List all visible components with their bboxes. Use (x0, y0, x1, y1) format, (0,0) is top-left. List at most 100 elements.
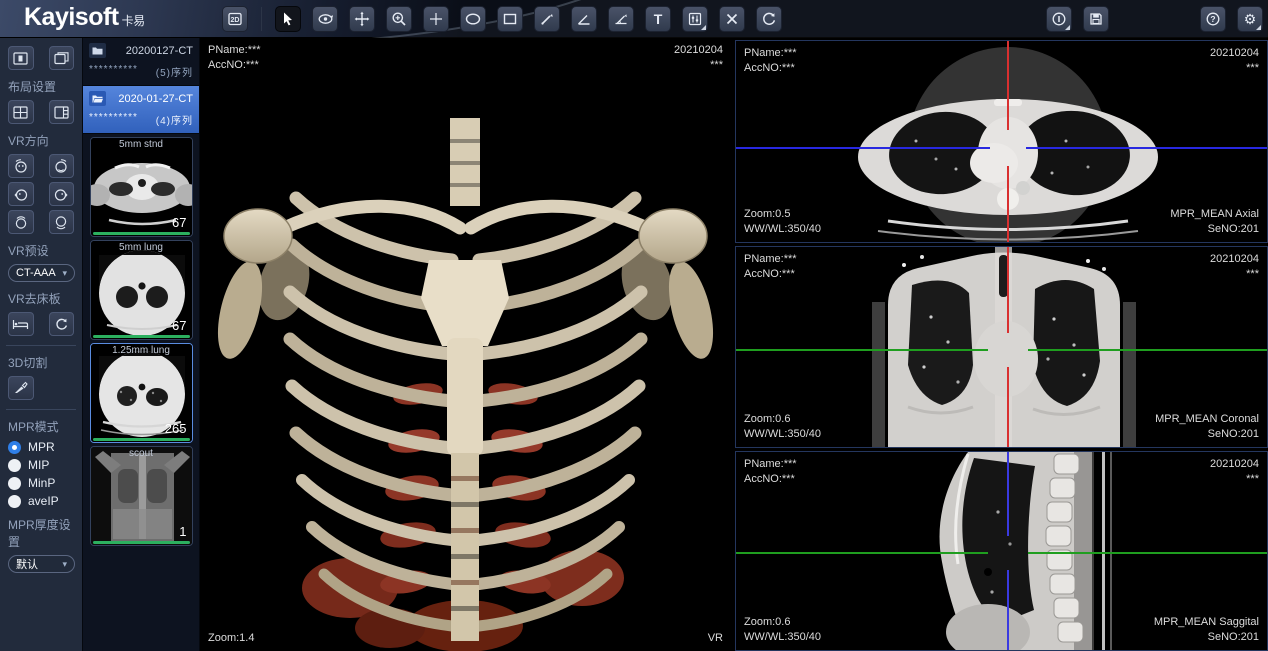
scalpel-button[interactable] (8, 376, 34, 400)
mpr-series-overlay: MPR_MEAN Axial SeNO:201 (1170, 207, 1259, 237)
rotate-3d-tool-button[interactable] (312, 6, 338, 32)
study-series-count: (5)序列 (156, 64, 193, 79)
app-window: Kayisoft卡易 2D (0, 0, 1268, 651)
axial-vline-top[interactable] (1007, 41, 1009, 130)
svg-text:?: ? (1210, 14, 1215, 24)
head-left-icon (13, 187, 29, 202)
mpr-series-overlay: MPR_MEAN Coronal SeNO:201 (1155, 412, 1259, 442)
series-number: SeNO:201 (1170, 222, 1259, 237)
mpr-mode-option-mip[interactable]: MIP (8, 458, 74, 472)
mpr-mode-option-mpr[interactable]: MPR (8, 440, 74, 454)
sagittal-vline-bottom[interactable] (1007, 570, 1009, 650)
study-item[interactable]: 20200127-CT ********** (5)序列 (83, 38, 199, 86)
line-measure-tool-button[interactable] (534, 6, 560, 32)
mpr-mode-option-aveip[interactable]: aveIP (8, 494, 74, 508)
mpr-axial-viewport[interactable]: PName:*** AccNO:*** 20210204 *** Zoom:0.… (735, 40, 1268, 243)
axial-hline-left[interactable] (736, 147, 990, 149)
layout-1x1-button[interactable] (8, 46, 34, 70)
2d-view-button[interactable]: 2D (222, 6, 248, 32)
view-type-label: VR (708, 631, 723, 646)
pan-tool-button[interactable] (349, 6, 375, 32)
coronal-vline-bottom[interactable] (1007, 367, 1009, 447)
vr-dir-inferior-button[interactable] (49, 210, 75, 234)
thumbnail-progress-bar (93, 232, 190, 235)
series-thumbnail-5mm-stnd[interactable]: 5mm stnd 67 (90, 137, 193, 237)
locate-tool-button[interactable] (423, 6, 449, 32)
coronal-hline-right[interactable] (1028, 349, 1267, 351)
zoom-factor: Zoom:0.6 (744, 412, 821, 427)
settings-button[interactable]: ⚙ (1237, 6, 1263, 32)
coronal-vline-top[interactable] (1007, 247, 1009, 333)
vr-dir-anterior-button[interactable] (8, 154, 34, 178)
study-date: 20210204 (1210, 252, 1259, 267)
text-tool-button[interactable]: T (645, 6, 671, 32)
radio-icon (8, 477, 21, 490)
mpr-mode-option-minp[interactable]: MinP (8, 476, 74, 490)
accession-number: AccNO:*** (744, 61, 797, 76)
layout-2x2-button[interactable] (8, 100, 34, 124)
vr-bed-label: VR去床板 (8, 290, 74, 307)
mpr-coronal-viewport[interactable]: PName:*** AccNO:*** 20210204 *** Zoom:0.… (735, 246, 1268, 448)
axial-hline-right[interactable] (1026, 147, 1267, 149)
accession-number: AccNO:*** (744, 267, 797, 282)
head-top-icon (13, 215, 29, 230)
coronal-hline-left[interactable] (736, 349, 988, 351)
info-button[interactable] (1046, 6, 1072, 32)
layout-1plus3-button[interactable] (49, 100, 75, 124)
layout-stack-icon (54, 52, 69, 65)
vr-viewport[interactable]: PName:*** AccNO:*** 20210204 *** Zoom:1.… (200, 38, 731, 651)
mpr-zoom-overlay: Zoom:0.6 WW/WL:350/40 (744, 615, 821, 645)
sagittal-hline-left[interactable] (736, 552, 988, 554)
vr-preset-select[interactable]: CT-AAA ▾ (8, 264, 75, 282)
crosshair-icon (428, 11, 444, 27)
cobb-angle-tool-button[interactable] (608, 6, 634, 32)
mpr-sagittal-viewport[interactable]: PName:*** AccNO:*** 20210204 *** Zoom:0.… (735, 451, 1268, 651)
series-thumbnail-125mm-lung[interactable]: 1.25mm lung 265 (90, 343, 193, 443)
vr-dir-superior-button[interactable] (8, 210, 34, 234)
cursor-icon (280, 11, 296, 27)
reset-tool-button[interactable] (756, 6, 782, 32)
vr-dir-left-button[interactable] (8, 182, 34, 206)
series-thumbnail-5mm-lung[interactable]: 5mm lung 67 (90, 240, 193, 340)
app-logo: Kayisoft卡易 (24, 3, 145, 32)
cut-3d-label: 3D切割 (8, 354, 74, 371)
study-item-selected[interactable]: 2020-01-27-CT ********** (4)序列 (83, 86, 199, 134)
close-icon (724, 11, 740, 27)
zoom-factor: Zoom:0.5 (744, 207, 821, 222)
mpr-series-overlay: MPR_MEAN Saggital SeNO:201 (1154, 615, 1259, 645)
axial-vline-bottom[interactable] (1007, 166, 1009, 242)
grid-2x2-icon (13, 106, 28, 119)
vr-dir-posterior-button[interactable] (49, 154, 75, 178)
mpr-thickness-select[interactable]: 默认 ▾ (8, 555, 75, 573)
bed-reset-button[interactable] (49, 312, 75, 336)
toolbar-middle-right-group (1046, 6, 1109, 32)
sagittal-vline-top[interactable] (1007, 452, 1009, 536)
study-date: 20200127-CT (126, 45, 193, 57)
angle-tool-button[interactable] (571, 6, 597, 32)
vr-patient-overlay: PName:*** AccNO:*** (208, 43, 261, 73)
patient-name: PName:*** (744, 457, 797, 472)
vr-zoom-overlay: Zoom:1.4 (208, 631, 254, 646)
help-button[interactable]: ? (1200, 6, 1226, 32)
mpr-patient-overlay: PName:*** AccNO:*** (744, 457, 797, 487)
series-number: SeNO:201 (1155, 427, 1259, 442)
ellipse-tool-button[interactable] (460, 6, 486, 32)
sagittal-hline-right[interactable] (1028, 552, 1267, 554)
save-button[interactable] (1083, 6, 1109, 32)
toolbar-far-right-group: ? ⚙ (1200, 6, 1263, 32)
thumbnail-label: 5mm lung (91, 242, 192, 253)
rectangle-tool-button[interactable] (497, 6, 523, 32)
layout-preset-button[interactable] (49, 46, 75, 70)
sidebar-divider (6, 409, 76, 410)
window-level-tool-button[interactable] (682, 6, 708, 32)
delete-tool-button[interactable] (719, 6, 745, 32)
zoom-tool-button[interactable] (386, 6, 412, 32)
remove-bed-button[interactable] (8, 312, 34, 336)
vr-dir-right-button[interactable] (49, 182, 75, 206)
chevron-down-icon: ▾ (62, 559, 67, 570)
radio-icon (8, 459, 21, 472)
rotate-3d-icon (317, 11, 334, 27)
series-thumbnail-scout[interactable]: scout 1 (90, 446, 193, 546)
svg-text:2D: 2D (231, 17, 240, 24)
pointer-tool-button[interactable] (275, 6, 301, 32)
